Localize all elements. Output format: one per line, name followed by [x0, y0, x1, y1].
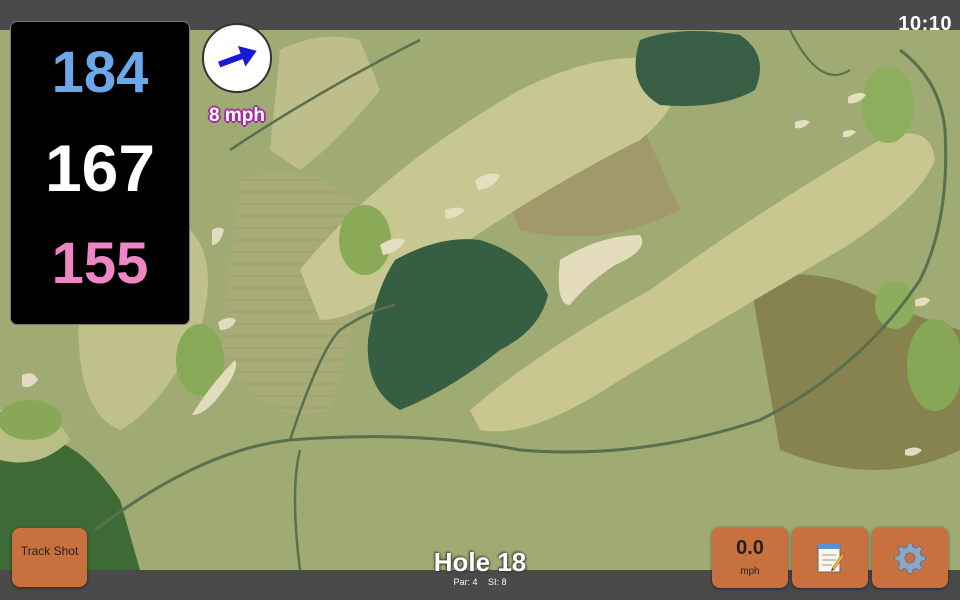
gear-icon [894, 542, 926, 574]
hole-info: Par: 4 SI: 8 [380, 577, 580, 587]
speed-unit: mph [740, 566, 760, 577]
speed-value: 0.0 [736, 537, 764, 559]
distance-middle: 167 [44, 131, 156, 205]
distance-panel: 184 167 155 [11, 22, 189, 324]
speed-button[interactable]: 0.0 mph [712, 527, 788, 588]
distance-front: 155 [51, 231, 149, 296]
hole-stroke-index: SI: 8 [488, 577, 507, 587]
notes-button[interactable] [792, 527, 868, 588]
track-shot-button[interactable]: Track Shot [12, 528, 87, 587]
settings-button[interactable] [872, 527, 948, 588]
hole-par: Par: 4 [453, 577, 478, 587]
distance-back: 184 [51, 40, 149, 105]
wind-indicator[interactable] [202, 23, 272, 93]
hole-title: Hole 18 [433, 547, 527, 577]
wind-speed-label: 8 mph [209, 105, 265, 126]
wind-direction-arrow-icon [218, 45, 257, 68]
status-time: 10:10 [898, 13, 952, 35]
notepad-icon [817, 543, 845, 572]
